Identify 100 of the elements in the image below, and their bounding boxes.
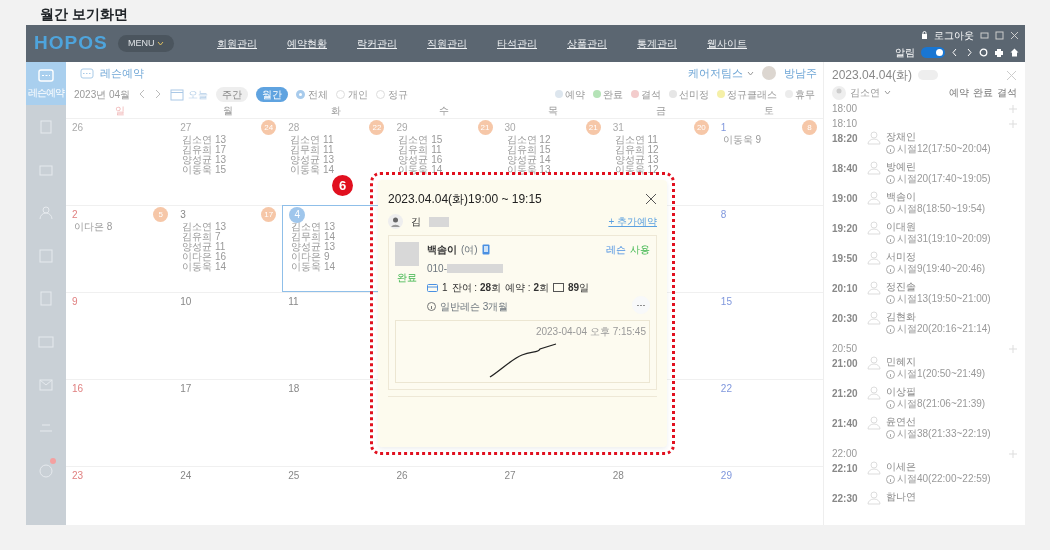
view-tab[interactable]: 주간 [216,86,249,102]
user-name: 방남주 [784,65,817,81]
nav-link[interactable]: 통계관리 [622,36,692,51]
reservation-entry[interactable]: 김유희 7 [180,232,277,242]
date-number: 9 [72,295,78,309]
member-name[interactable]: 이상필 [886,386,986,398]
info-icon [886,324,895,334]
member-name[interactable]: 김현화 [886,311,991,323]
filter-radio[interactable]: 개인 [336,86,369,102]
member-name[interactable]: 윤연선 [886,416,991,428]
member-name[interactable]: 정진솔 [886,281,991,293]
nav-link[interactable]: 타석관리 [482,36,552,51]
filter-radio[interactable]: 전체 [296,86,329,102]
product-info: 일반레슨 3개월 [440,300,509,314]
member-name[interactable]: 백솜이 [886,191,986,203]
reservation-entry[interactable]: 양성균 13 [180,155,277,165]
info-icon [886,174,895,184]
close-icon[interactable] [645,193,657,205]
today-button[interactable]: 오늘 [170,86,209,102]
logout-link[interactable]: 로그아웃 [934,27,974,43]
weekday-label: 월 [222,104,235,118]
back-icon[interactable] [951,47,959,57]
signature-drawing [487,343,558,379]
reservation-entry[interactable]: 김소연 15 [396,135,493,145]
add-icon[interactable] [1009,344,1017,353]
more-button[interactable]: ··· [632,296,650,314]
reservation-entry[interactable]: 이동욱 9 [720,135,817,145]
date-number: 26 [72,121,84,135]
add-reservation-link[interactable]: + 추가예약 [608,214,657,229]
trainer-selector[interactable]: 김소연 [850,85,891,101]
nav-link[interactable]: 상품관리 [552,36,622,51]
reservation-entry[interactable]: 이동욱 15 [180,165,277,175]
count-badge: 24 [261,120,277,135]
reservation-entry[interactable]: 이다은 16 [180,252,277,262]
member-stat: 잔여 : 28회 [451,281,502,295]
count-badge: 22 [369,120,385,135]
add-icon[interactable] [1009,119,1017,128]
reservation-entry[interactable]: 이동욱 14 [180,262,277,272]
add-icon[interactable] [1009,104,1017,113]
member-name[interactable]: 이대원 [886,221,991,233]
nav-link[interactable]: 예약현황 [272,36,342,51]
reservation-entry[interactable]: 김유희 17 [180,145,277,155]
member-name[interactable]: 이세은 [886,461,991,473]
count-badge: 5 [153,207,169,222]
reservation-entry[interactable]: 김무희 11 [288,145,385,155]
member-name[interactable]: 민혜지 [886,356,986,368]
reservation-entry[interactable]: 김소연 13 [180,222,277,232]
prev-icon[interactable] [138,89,147,99]
member-name[interactable]: 함나연 [886,491,916,503]
mail-icon [37,376,55,393]
team-selector[interactable]: 케어저팀스 [688,64,754,82]
sidebar-item[interactable]: 레슨예약 [26,62,66,105]
slot-time: 21:40 [832,417,859,431]
date-number: 3 [180,208,186,222]
slot-time: 22:00 [832,447,858,461]
reservation-entry[interactable]: 이동욱 14 [288,165,385,175]
next-icon[interactable] [154,89,163,99]
member-name[interactable]: 서미정 [886,251,986,263]
reservation-entry[interactable]: 김유희 12 [612,145,709,155]
reservation-entry[interactable]: 양성균 13 [288,155,385,165]
reservation-entry[interactable]: 김소연 13 [180,135,277,145]
maximize-icon[interactable] [995,30,1004,40]
reservation-entry[interactable]: 김소연 12 [504,135,601,145]
popup-title: 2023.04.04(화)19:00 ~ 19:15 [388,191,542,208]
slot-time: 18:10 [832,117,858,131]
home-icon[interactable] [1010,47,1019,57]
view-tab[interactable]: 월간 [256,86,289,102]
person-icon [866,161,882,175]
reservation-entry[interactable]: 양성균 16 [396,155,493,165]
reservation-entry[interactable]: 양성균 14 [504,155,601,165]
legend-label: 정규클래스 [727,87,777,102]
nav-link[interactable]: 회원관리 [202,36,272,51]
reservation-entry[interactable]: 김소연 11 [612,135,709,145]
reservation-entry[interactable]: 이다은 8 [72,222,169,232]
legend-label: 예약 [949,86,969,101]
date-number: 8 [720,208,727,222]
reservation-entry[interactable]: 김소연 11 [288,135,385,145]
nav-link[interactable]: 직원관리 [412,36,482,51]
menu-button[interactable]: MENU [118,34,174,53]
nav-link[interactable]: 락커관리 [342,36,412,51]
date-number: 15 [720,295,732,309]
reservation-entry[interactable]: 김유희 11 [396,145,493,155]
reservation-entry[interactable]: 양성균 13 [612,155,709,165]
filter-radio[interactable]: 정규 [376,86,409,102]
person-icon [866,491,882,505]
reservation-entry[interactable]: 김유희 15 [504,145,601,155]
date-number: 28 [288,121,300,135]
booking-detail: 시절9(19:40~20:46) [897,263,986,275]
reservation-entry[interactable]: 양성균 11 [180,242,277,252]
minimize-icon[interactable] [980,30,989,40]
slot-time: 22:30 [832,492,859,506]
date-number: 22 [720,382,732,396]
member-name[interactable]: 방예린 [886,161,991,173]
nav-link[interactable]: 웹사이트 [692,36,762,51]
info-icon [886,369,895,379]
member-name[interactable]: 장채인 [886,131,991,143]
notify-toggle[interactable] [921,46,945,58]
add-icon[interactable] [1009,449,1017,458]
person-icon [866,416,882,430]
forward-icon[interactable] [965,47,973,57]
